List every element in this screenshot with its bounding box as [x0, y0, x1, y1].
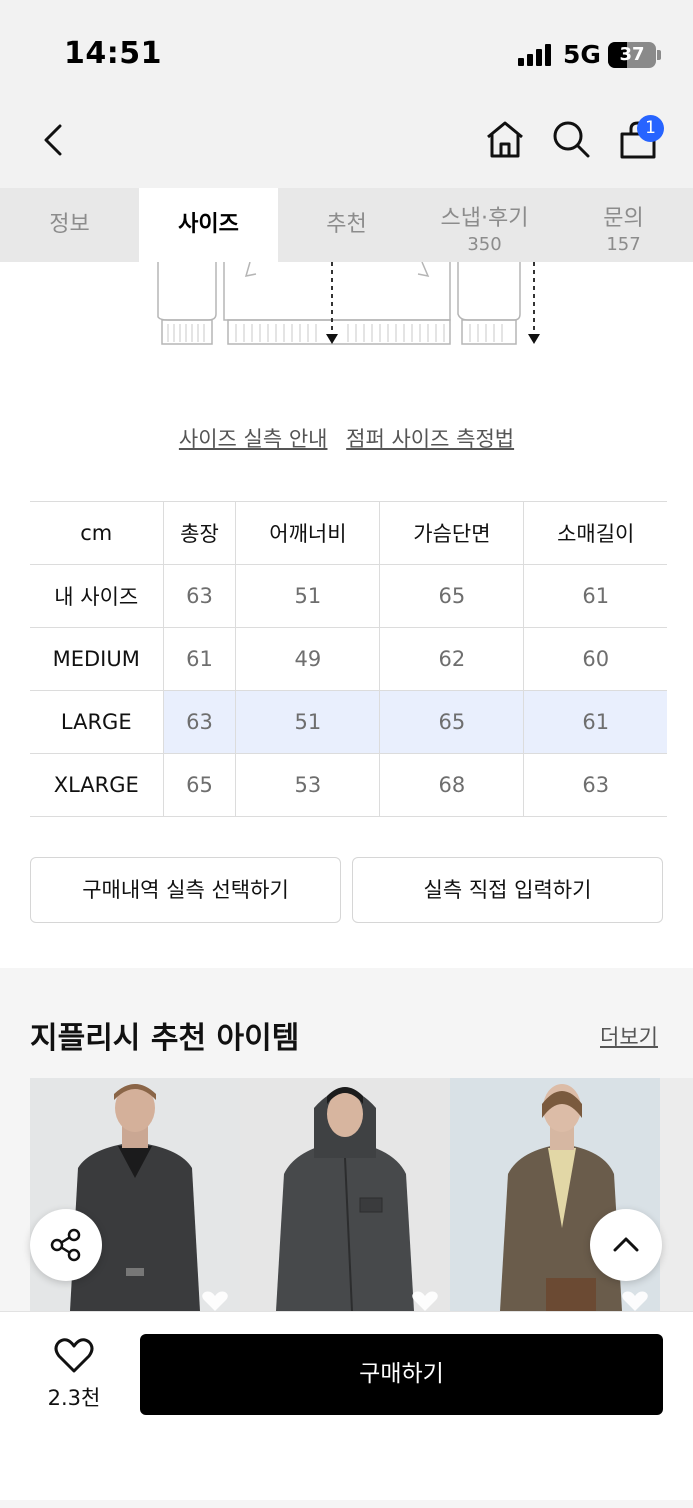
product-like-icon[interactable]: [410, 1291, 440, 1311]
product-card[interactable]: [240, 1078, 450, 1311]
col-header: 소매길이: [523, 501, 667, 565]
table-cell: 49: [235, 627, 380, 691]
tab-inquiry[interactable]: 문의 157: [554, 188, 693, 262]
unit-header: cm: [30, 501, 164, 565]
more-link[interactable]: 더보기: [600, 1021, 658, 1051]
table-cell: 63: [523, 753, 667, 817]
row-label: 내 사이즈: [30, 564, 164, 628]
tab-recommend-label: 추천: [326, 212, 367, 237]
tab-snap-review-label: 스냅·후기: [440, 206, 529, 231]
battery-level: 37: [619, 44, 645, 65]
like-count: 2.3천: [47, 1386, 101, 1410]
select-purchase-history-button[interactable]: 구매내역 실측 선택하기: [30, 857, 341, 923]
tab-size-label: 사이즈: [178, 212, 239, 237]
buy-button[interactable]: 구매하기: [140, 1334, 663, 1415]
tab-snap-review[interactable]: 스냅·후기 350: [415, 188, 554, 262]
table-cell: 61: [523, 690, 667, 754]
jacket-measurement-diagram: [157, 262, 540, 345]
table-cell: 60: [523, 627, 667, 691]
row-label: XLARGE: [30, 753, 164, 817]
tab-inquiry-count: 157: [606, 234, 641, 255]
tab-recommend[interactable]: 추천: [277, 188, 416, 262]
table-cell: 65: [379, 564, 524, 628]
status-time: 14:51: [64, 36, 162, 71]
measure-method-link[interactable]: 점퍼 사이즈 측정법: [346, 427, 514, 451]
table-row-xlarge[interactable]: XLARGE 65 53 68 63: [30, 753, 667, 817]
table-cell: 61: [162, 627, 236, 691]
table-cell: 61: [523, 564, 667, 628]
scroll-top-button[interactable]: [590, 1209, 662, 1281]
tab-snap-review-count: 350: [467, 234, 502, 255]
tab-bar: 정보 사이즈 추천 스냅·후기 350 문의 157: [0, 188, 693, 262]
chevron-up-icon: [613, 1237, 639, 1252]
network-type: 5G: [563, 40, 601, 69]
recommend-title: 지플리시 추천 아이템: [30, 1021, 300, 1056]
battery-tip: [657, 50, 661, 60]
table-cell: 65: [162, 753, 236, 817]
heart-icon: [54, 1338, 94, 1373]
signal-icon: [518, 44, 554, 66]
col-header: 가슴단면: [379, 501, 524, 565]
col-header: 어깨너비: [235, 501, 380, 565]
home-icon[interactable]: [484, 118, 526, 160]
search-icon[interactable]: [550, 118, 592, 160]
size-guide-link[interactable]: 사이즈 실측 안내: [179, 427, 328, 451]
tab-info-label: 정보: [49, 212, 90, 237]
tab-size[interactable]: 사이즈: [139, 188, 278, 262]
col-header: 총장: [162, 501, 236, 565]
table-row-my-size[interactable]: 내 사이즈 63 51 65 61: [30, 564, 667, 628]
manual-input-button[interactable]: 실측 직접 입력하기: [352, 857, 663, 923]
share-button[interactable]: [30, 1209, 102, 1281]
tab-inquiry-label: 문의: [603, 206, 644, 231]
table-cell: 63: [162, 564, 236, 628]
table-cell: 68: [379, 753, 524, 817]
product-like-icon[interactable]: [200, 1291, 230, 1311]
table-cell: 62: [379, 627, 524, 691]
product-like-icon[interactable]: [620, 1291, 650, 1311]
battery-icon: 37: [608, 42, 656, 68]
status-bar: 14:51 5G 37: [0, 0, 693, 100]
product-image: [276, 1087, 414, 1311]
row-label: MEDIUM: [30, 627, 164, 691]
cart-badge: 1: [637, 115, 664, 142]
size-table: cm 총장 어깨너비 가슴단면 소매길이 내 사이즈 63 51 65 61 M…: [30, 501, 667, 817]
share-icon: [50, 1228, 81, 1262]
size-links: 사이즈 실측 안내 점퍼 사이즈 측정법: [0, 423, 693, 453]
table-row-medium[interactable]: MEDIUM 61 49 62 60: [30, 627, 667, 691]
table-cell: 51: [235, 690, 380, 754]
table-cell: 65: [379, 690, 524, 754]
table-row-large[interactable]: LARGE 63 51 65 61: [30, 690, 667, 754]
product-card[interactable]: [660, 1078, 693, 1311]
table-cell: 63: [162, 690, 236, 754]
recommend-carousel[interactable]: [30, 1078, 693, 1311]
size-table-header: cm 총장 어깨너비 가슴단면 소매길이: [30, 501, 667, 565]
like-button[interactable]: 2.3천: [30, 1338, 118, 1412]
table-cell: 51: [235, 564, 380, 628]
tab-info[interactable]: 정보: [0, 188, 139, 262]
table-cell: 53: [235, 753, 380, 817]
back-icon[interactable]: [36, 120, 70, 160]
row-label: LARGE: [30, 690, 164, 754]
